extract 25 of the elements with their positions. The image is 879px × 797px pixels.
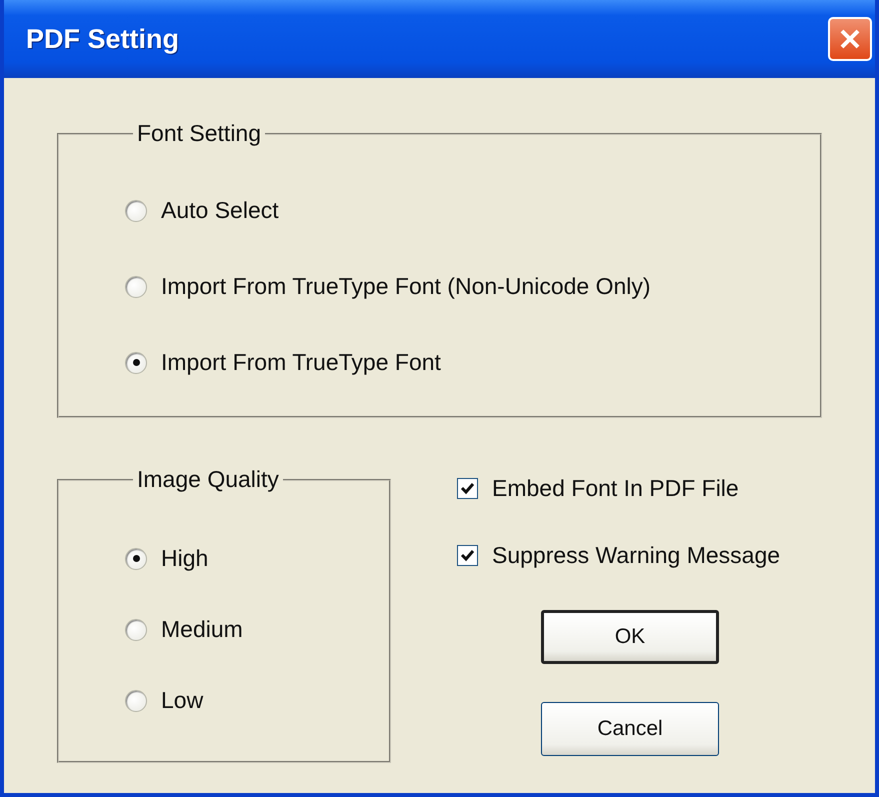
radio-button[interactable] xyxy=(125,200,147,222)
group-label: Font Setting xyxy=(136,120,262,147)
radio-label[interactable]: Auto Select xyxy=(161,197,279,224)
window-title: PDF Setting xyxy=(26,24,179,54)
radio-label[interactable]: Low xyxy=(161,687,204,714)
radio-button[interactable] xyxy=(125,690,147,712)
close-button[interactable] xyxy=(828,17,872,61)
group-label: Image Quality xyxy=(136,466,280,493)
radio-label[interactable]: High xyxy=(161,545,208,572)
close-icon xyxy=(838,27,862,51)
checkbox-label[interactable]: Embed Font In PDF File xyxy=(492,475,739,502)
dialog-button[interactable]: Cancel xyxy=(541,702,719,756)
checkbox-label[interactable]: Suppress Warning Message xyxy=(492,542,780,569)
check-mark-icon xyxy=(460,481,475,496)
radio-label[interactable]: Import From TrueType Font xyxy=(161,349,441,376)
checkbox[interactable] xyxy=(457,478,478,499)
radio-label[interactable]: Import From TrueType Font (Non-Unicode Only) xyxy=(161,273,651,300)
checkbox[interactable] xyxy=(457,545,478,566)
check-mark-icon xyxy=(460,548,475,563)
radio-button[interactable] xyxy=(125,618,147,640)
dialog-button[interactable]: OK xyxy=(541,610,719,664)
radio-label[interactable]: Medium xyxy=(161,616,243,643)
radio-button[interactable] xyxy=(125,548,147,570)
radio-button[interactable] xyxy=(125,352,147,374)
radio-button[interactable] xyxy=(125,276,147,298)
